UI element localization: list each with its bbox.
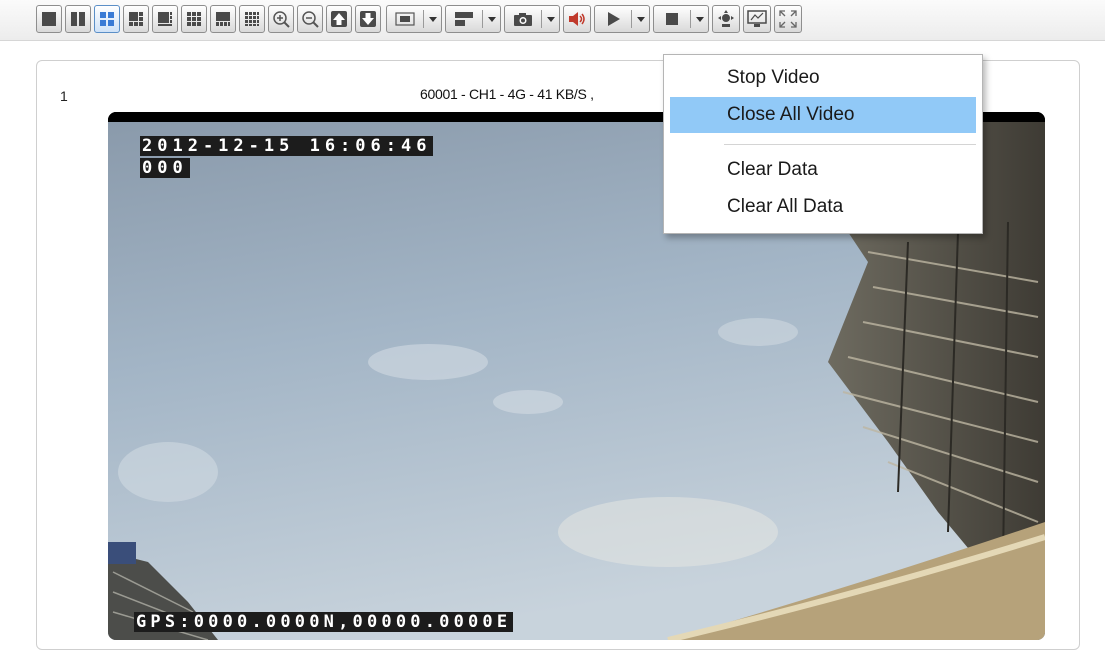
separator [631, 10, 632, 28]
panel-number: 1 [60, 88, 68, 104]
zoom-out-button[interactable] [297, 5, 323, 33]
stop-dropdown[interactable] [653, 5, 709, 33]
window-mode-icon [455, 12, 473, 26]
stop-icon [666, 13, 678, 25]
play-button[interactable] [595, 6, 631, 32]
context-menu: Stop Video Close All Video Clear Data Cl… [663, 54, 983, 234]
layout-6-icon [129, 12, 143, 26]
layout-9-icon [187, 12, 201, 26]
page-down-icon [360, 11, 376, 27]
sound-button[interactable] [563, 5, 591, 33]
page-up-button[interactable] [326, 5, 352, 33]
play-dropdown[interactable] [594, 5, 650, 33]
chevron-down-icon[interactable] [486, 6, 498, 32]
screen-fit-icon [395, 12, 415, 26]
window-mode-button[interactable] [446, 6, 482, 32]
speaker-icon [569, 12, 585, 26]
layout-16-icon [245, 12, 259, 26]
fullscreen-button[interactable] [774, 5, 802, 33]
separator [690, 10, 691, 28]
screen-fit-dropdown[interactable] [386, 5, 442, 33]
menu-item-stop-video[interactable]: Stop Video [670, 60, 976, 96]
osd-code: 000 [140, 158, 190, 178]
video-toolbar [0, 0, 1105, 41]
layout-4-button[interactable] [94, 5, 120, 33]
layout-8-button[interactable] [152, 5, 178, 33]
osd-gps: GPS:0000.0000N,00000.0000E [134, 612, 514, 632]
menu-item-clear-all-data[interactable]: Clear All Data [670, 189, 976, 225]
snapshot-dropdown[interactable] [504, 5, 560, 33]
layout-4-icon [100, 12, 114, 26]
chevron-down-icon[interactable] [694, 6, 706, 32]
monitor-icon [747, 10, 767, 27]
channel-status-title: 60001 - CH1 - 4G - 41 KB/S , [420, 86, 594, 102]
layout-16-button[interactable] [239, 5, 265, 33]
layout-10-button[interactable] [210, 5, 236, 33]
monitor-button[interactable] [743, 5, 771, 33]
layout-6-button[interactable] [123, 5, 149, 33]
layout-9-button[interactable] [181, 5, 207, 33]
zoom-out-icon [302, 11, 319, 28]
fullscreen-icon [779, 10, 797, 28]
layout-8-icon [158, 12, 172, 26]
page-down-button[interactable] [355, 5, 381, 33]
play-icon [608, 12, 620, 26]
layout-1-icon [42, 12, 56, 26]
layout-10-icon [216, 12, 230, 26]
separator [541, 10, 542, 28]
zoom-in-button[interactable] [268, 5, 294, 33]
page-up-icon [331, 11, 347, 27]
ptz-control-button[interactable] [712, 5, 740, 33]
layout-2-button[interactable] [65, 5, 91, 33]
chevron-down-icon[interactable] [545, 6, 557, 32]
chevron-down-icon[interactable] [635, 6, 647, 32]
layout-2-icon [71, 12, 85, 26]
layout-1-button[interactable] [36, 5, 62, 33]
screen-fit-button[interactable] [387, 6, 423, 32]
zoom-in-icon [273, 11, 290, 28]
menu-item-clear-data[interactable]: Clear Data [670, 152, 976, 188]
window-mode-dropdown[interactable] [445, 5, 501, 33]
stop-button[interactable] [654, 6, 690, 32]
snapshot-button[interactable] [505, 6, 541, 32]
menu-item-close-all-video[interactable]: Close All Video [670, 97, 976, 133]
separator [482, 10, 483, 28]
separator [423, 10, 424, 28]
osd-datetime: 2012-12-15 16:06:46 [140, 136, 434, 156]
chevron-down-icon[interactable] [427, 6, 439, 32]
menu-separator [724, 144, 976, 145]
ptz-control-icon [718, 10, 734, 27]
camera-icon [514, 13, 532, 26]
